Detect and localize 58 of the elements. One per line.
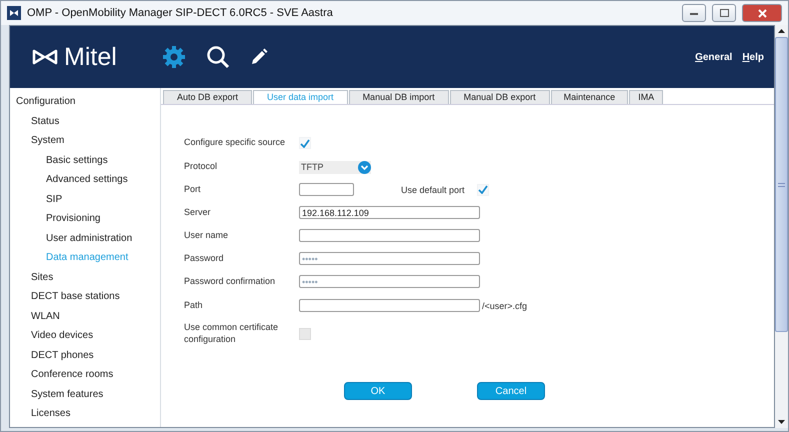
nav-item[interactable]: Advanced settings xyxy=(10,170,160,190)
chevron-icon xyxy=(358,160,371,174)
port-field[interactable] xyxy=(299,183,354,196)
field-label: User name xyxy=(184,230,230,242)
header-link[interactable]: Help xyxy=(742,52,764,62)
field-label: Password confirmation xyxy=(184,276,276,288)
pencil-icon[interactable] xyxy=(250,48,268,66)
text-field[interactable]: 192.168.112.109 xyxy=(299,206,480,219)
field-label: Server xyxy=(184,206,212,218)
tab[interactable]: Maintenance xyxy=(550,90,628,104)
header-link[interactable]: General xyxy=(695,52,732,62)
protocol-select[interactable]: TFTP xyxy=(299,160,371,174)
check-icon xyxy=(478,185,488,194)
nav-item[interactable]: Status xyxy=(10,112,160,131)
text-field[interactable] xyxy=(299,229,480,242)
window-title: OMP - OpenMobility Manager SIP-DECT 6.0RC5 - SVE Aastra xyxy=(27,7,334,19)
nav-item[interactable]: DECT base stations xyxy=(10,287,160,306)
path-suffix: /<user>.cfg xyxy=(482,300,528,310)
minimize-button[interactable] xyxy=(682,4,706,22)
nav-item[interactable]: SIP xyxy=(10,190,160,209)
nav-item[interactable]: DECT phones xyxy=(10,346,160,365)
tab[interactable]: Auto DB export xyxy=(163,90,252,104)
nav-item[interactable]: Video devices xyxy=(10,326,160,346)
app-icon xyxy=(7,6,21,20)
field-label: Protocol xyxy=(184,161,218,173)
tab[interactable]: Manual DB export xyxy=(450,90,550,104)
field-label: Path xyxy=(184,300,204,312)
nav-item[interactable]: System xyxy=(10,131,160,150)
tab[interactable]: Manual DB import xyxy=(348,90,449,104)
nav-item[interactable]: WLAN xyxy=(10,306,160,326)
checkbox[interactable] xyxy=(299,137,311,149)
nav-item[interactable]: Configuration xyxy=(10,92,160,112)
nav-item[interactable]: User administration xyxy=(10,228,160,248)
nav-item[interactable]: Basic settings xyxy=(10,150,160,170)
field-label: Port xyxy=(184,184,202,196)
logo-text: Mitel xyxy=(64,42,117,72)
settings-icon[interactable] xyxy=(162,45,186,69)
nav-item[interactable]: Conference rooms xyxy=(10,365,160,384)
scrollbar-thumb[interactable] xyxy=(775,37,788,332)
field-label: Use default port xyxy=(401,184,465,194)
maximize-button[interactable] xyxy=(712,4,736,22)
field-label: Use common certificate configuration xyxy=(184,322,280,346)
close-icon xyxy=(758,8,766,18)
field-label: Password xyxy=(184,252,225,264)
check-icon xyxy=(300,138,310,148)
maximize-icon xyxy=(720,9,728,17)
close-button[interactable] xyxy=(742,4,782,22)
nav-item[interactable]: Provisioning xyxy=(10,209,160,228)
path-field[interactable] xyxy=(299,299,480,312)
tab[interactable]: IMA xyxy=(629,90,664,104)
logo-icon xyxy=(32,49,58,65)
field-label: Configure specific source xyxy=(184,137,286,149)
nav-item[interactable]: Licenses xyxy=(10,404,160,424)
nav-item[interactable]: System features xyxy=(10,384,160,404)
nav-item[interactable]: Sites xyxy=(10,268,160,287)
checkbox[interactable] xyxy=(476,184,489,196)
minimize-icon xyxy=(690,12,698,14)
search-icon[interactable] xyxy=(206,45,230,69)
